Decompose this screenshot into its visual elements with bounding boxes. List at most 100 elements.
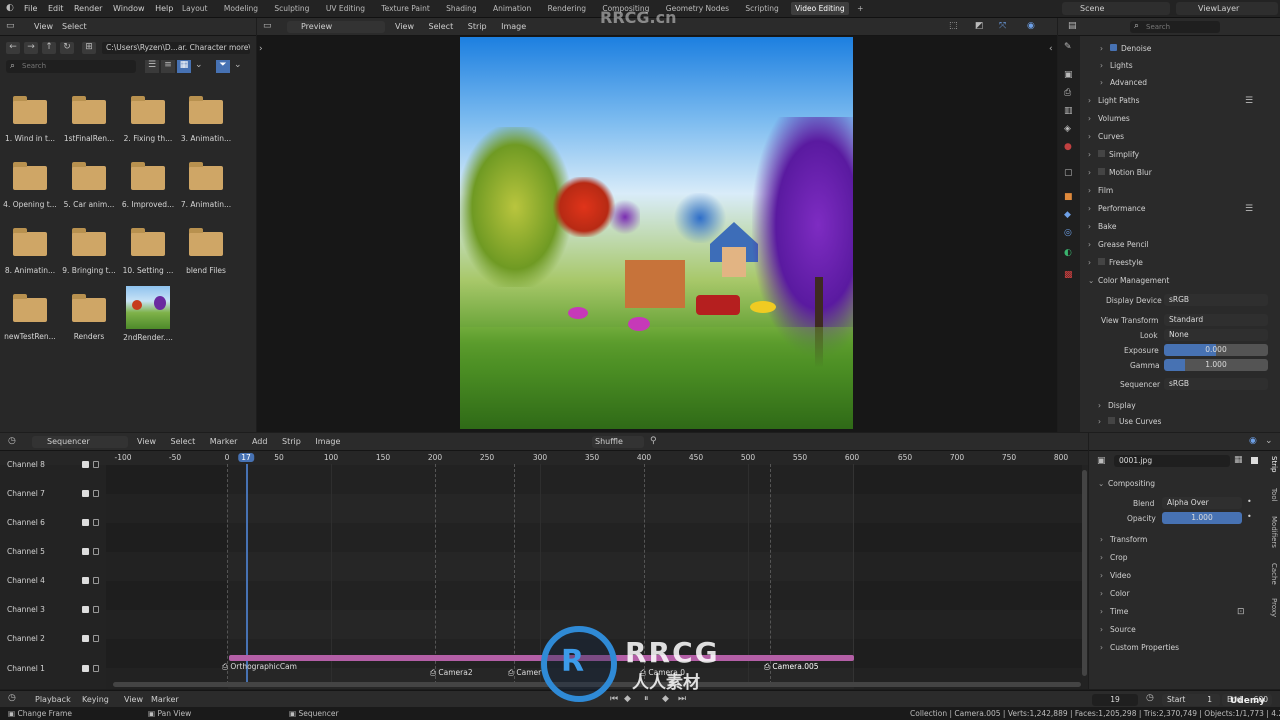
- data-tab-icon[interactable]: ◐: [1064, 248, 1072, 258]
- channel-label[interactable]: Channel 5: [7, 547, 45, 556]
- thumbnails-icon[interactable]: ▦: [177, 60, 191, 73]
- next-keyframe-icon[interactable]: ◆: [662, 694, 669, 704]
- marker-label[interactable]: ⎙ Camer: [508, 668, 541, 678]
- sidebar-tab-strip[interactable]: Strip: [1266, 456, 1278, 472]
- channel-lock-icon[interactable]: [93, 665, 99, 672]
- panel-curves[interactable]: › Curves: [1088, 132, 1124, 146]
- channel-label[interactable]: Channel 6: [7, 518, 45, 527]
- gizmo-icon[interactable]: ◩: [975, 21, 984, 31]
- channel-label[interactable]: Channel 3: [7, 605, 45, 614]
- panel-grease-pencil[interactable]: › Grease Pencil: [1088, 240, 1149, 254]
- texture-tab-icon[interactable]: ▩: [1064, 270, 1073, 280]
- view-transform-dropdown[interactable]: Standard: [1164, 314, 1268, 326]
- view-layer-tab-icon[interactable]: ▥: [1064, 106, 1073, 116]
- motion-blur-checkbox[interactable]: [1098, 168, 1105, 175]
- vertical-list-icon[interactable]: ☰: [145, 60, 159, 73]
- expand-left-icon[interactable]: ›: [259, 44, 263, 54]
- panel-freestyle[interactable]: › Freestyle: [1088, 258, 1143, 272]
- jump-end-icon[interactable]: ⏭: [678, 694, 686, 704]
- filter-icon[interactable]: ⏷: [216, 60, 230, 73]
- filter-chevron-down-icon[interactable]: ⌄: [234, 60, 242, 70]
- presets-list-icon[interactable]: ☰: [1245, 204, 1253, 214]
- subpanel-use-curves[interactable]: › Use Curves: [1098, 417, 1161, 431]
- gamma-slider[interactable]: 1.000: [1164, 359, 1268, 371]
- channel-mute-checkbox[interactable]: [82, 606, 89, 613]
- tab-sculpting[interactable]: Sculpting: [274, 4, 309, 13]
- folder-item[interactable]: Renders: [60, 294, 118, 341]
- menu-keying[interactable]: Keying: [82, 695, 109, 704]
- presets-list-icon[interactable]: ☰: [1245, 96, 1253, 106]
- panel-source[interactable]: › Source: [1100, 625, 1136, 639]
- strip-name-field[interactable]: 0001.jpg: [1114, 455, 1230, 467]
- channel-mute-checkbox[interactable]: [82, 461, 89, 468]
- blender-logo-icon[interactable]: ◐: [6, 3, 14, 13]
- sidebar-tab-cache[interactable]: Cache: [1266, 563, 1278, 585]
- menu-image[interactable]: Image: [315, 437, 340, 446]
- playhead[interactable]: [246, 464, 248, 684]
- panel-performance[interactable]: › Performance: [1088, 204, 1146, 218]
- tab-video-editing[interactable]: Video Editing: [791, 2, 849, 15]
- keyframe-dot-icon[interactable]: •: [1247, 497, 1252, 506]
- folder-item[interactable]: 6. Improved...: [119, 162, 177, 209]
- jump-start-icon[interactable]: ⏮: [610, 694, 618, 704]
- transform-icon[interactable]: ⤧: [999, 21, 1006, 31]
- refresh-icon[interactable]: ↻: [60, 42, 74, 54]
- parent-dir-icon[interactable]: ↑: [42, 42, 56, 54]
- pause-icon[interactable]: ⏸: [644, 694, 649, 704]
- snapping-icon[interactable]: ⚲: [650, 436, 657, 446]
- sequencer-colorspace-dropdown[interactable]: sRGB: [1164, 378, 1268, 390]
- simplify-checkbox[interactable]: [1098, 150, 1105, 157]
- channel-lock-icon[interactable]: [93, 461, 99, 468]
- world-tab-icon[interactable]: ●: [1064, 142, 1072, 152]
- lock-icon[interactable]: ⊡: [1237, 607, 1245, 617]
- fb-search-input[interactable]: ⌕ Search: [6, 60, 136, 73]
- channel-label[interactable]: Channel 7: [7, 489, 45, 498]
- channel-mute-checkbox[interactable]: [82, 519, 89, 526]
- overlap-mode-dropdown[interactable]: Shuffle: [592, 436, 644, 448]
- panel-transform[interactable]: › Transform: [1100, 535, 1147, 549]
- scene-tab-icon[interactable]: ◈: [1064, 124, 1071, 134]
- clock-icon[interactable]: ◷: [1146, 693, 1154, 703]
- folder-item[interactable]: 10. Setting ...: [119, 228, 177, 275]
- menu-render[interactable]: Render: [74, 4, 102, 13]
- timeline-editor-icon[interactable]: ◷: [8, 693, 16, 703]
- tab-shading[interactable]: Shading: [446, 4, 476, 13]
- channel-mute-checkbox[interactable]: [82, 665, 89, 672]
- panel-motion-blur[interactable]: › Motion Blur: [1088, 168, 1152, 182]
- new-folder-icon[interactable]: ⊞: [82, 42, 96, 54]
- tab-modeling[interactable]: Modeling: [224, 4, 258, 13]
- overlay-icon[interactable]: ◉: [1249, 436, 1257, 446]
- channel-mute-checkbox[interactable]: [82, 577, 89, 584]
- folder-item[interactable]: 5. Car anim...: [60, 162, 118, 209]
- panel-volumes[interactable]: › Volumes: [1088, 114, 1130, 128]
- channel-lock-icon[interactable]: [93, 519, 99, 526]
- exposure-slider[interactable]: 0.000: [1164, 344, 1268, 356]
- tab-rendering[interactable]: Rendering: [548, 4, 586, 13]
- sequencer-mode-dropdown[interactable]: Sequencer: [32, 436, 128, 448]
- display-device-dropdown[interactable]: sRGB: [1164, 294, 1268, 306]
- strip-enable-checkbox[interactable]: [1251, 457, 1258, 464]
- modifiers-tab-icon[interactable]: ◆: [1064, 210, 1071, 220]
- vertical-scrollbar[interactable]: [1082, 470, 1087, 676]
- menu-window[interactable]: Window: [113, 4, 145, 13]
- panel-custom-properties[interactable]: › Custom Properties: [1100, 643, 1179, 657]
- current-frame-field[interactable]: 19: [1092, 694, 1138, 706]
- channel-lock-icon[interactable]: [93, 548, 99, 555]
- folder-item[interactable]: 4. Opening t...: [1, 162, 59, 209]
- image-item[interactable]: 2ndRender....: [119, 286, 177, 342]
- menu-strip[interactable]: Strip: [282, 437, 301, 446]
- panel-denoise[interactable]: › Denoise: [1100, 44, 1151, 58]
- editor-type-icon[interactable]: ◷: [8, 436, 16, 446]
- collection-tab-icon[interactable]: ▢: [1064, 168, 1073, 178]
- horizontal-list-icon[interactable]: ≡: [161, 60, 175, 73]
- sidebar-tab-tool[interactable]: Tool: [1266, 488, 1278, 502]
- add-workspace-icon[interactable]: +: [857, 4, 863, 13]
- menu-file[interactable]: File: [24, 4, 37, 13]
- overlay-icon[interactable]: ⬚: [949, 21, 958, 31]
- panel-light-paths[interactable]: › Light Paths: [1088, 96, 1139, 110]
- panel-simplify[interactable]: › Simplify: [1088, 150, 1139, 164]
- subpanel-display[interactable]: › Display: [1098, 401, 1136, 415]
- folder-item[interactable]: newTestRen...: [1, 294, 59, 341]
- panel-film[interactable]: › Film: [1088, 186, 1113, 200]
- opacity-slider[interactable]: 1.000: [1162, 512, 1242, 524]
